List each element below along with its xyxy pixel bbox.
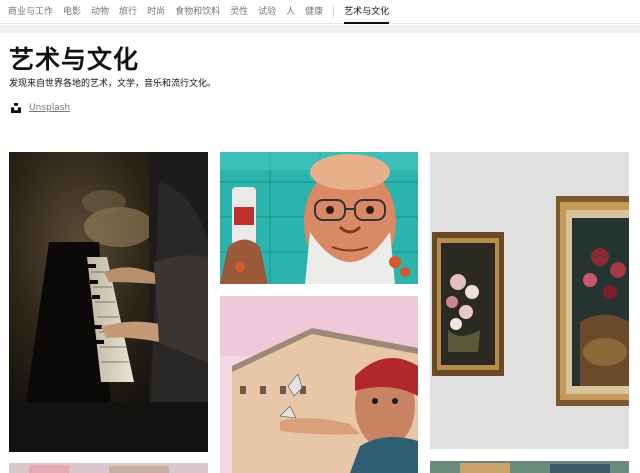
piano-image [9,152,208,452]
nav-item-arts-culture[interactable]: 艺术与文化 [344,0,390,24]
photo-framed-paintings[interactable] [430,152,629,449]
nav-item-people[interactable]: 人 [286,0,295,24]
street-art-image [220,152,418,284]
mural-image [220,296,418,473]
photo-mural-building[interactable] [220,296,418,473]
next-image-1 [9,463,208,473]
paintings-image [430,152,629,449]
source-attribution: Unsplash [11,103,70,113]
photo-next-row-3[interactable] [430,461,629,473]
nav-item-film[interactable]: 电影 [63,0,81,24]
nav-item-fashion[interactable]: 时尚 [147,0,165,24]
page-description: 发现来自世界各地的艺术，文学，音乐和流行文化。 [9,79,217,89]
photo-piano-player[interactable] [9,152,208,452]
next-image-3 [430,461,629,473]
photo-next-row-1[interactable] [9,463,208,473]
nav-shadow-bar [0,25,640,33]
source-link[interactable]: Unsplash [29,103,70,113]
nav-divider [333,5,335,18]
nav-item-food[interactable]: 食物和饮料 [175,0,220,24]
unsplash-logo-icon [11,103,21,113]
nav-item-spirituality[interactable]: 灵性 [230,0,248,24]
category-nav: 商业与工作 电影 动物 旅行 时尚 食物和饮料 灵性 试验 人 健康 艺术与文化 [0,0,640,24]
page-title: 艺术与文化 [9,45,140,74]
nav-item-travel[interactable]: 旅行 [119,0,137,24]
nav-item-animals[interactable]: 动物 [91,0,109,24]
nav-item-business[interactable]: 商业与工作 [8,0,53,24]
photo-street-art-man[interactable] [220,152,418,284]
nav-item-health[interactable]: 健康 [305,0,323,24]
nav-item-experimental[interactable]: 试验 [258,0,276,24]
